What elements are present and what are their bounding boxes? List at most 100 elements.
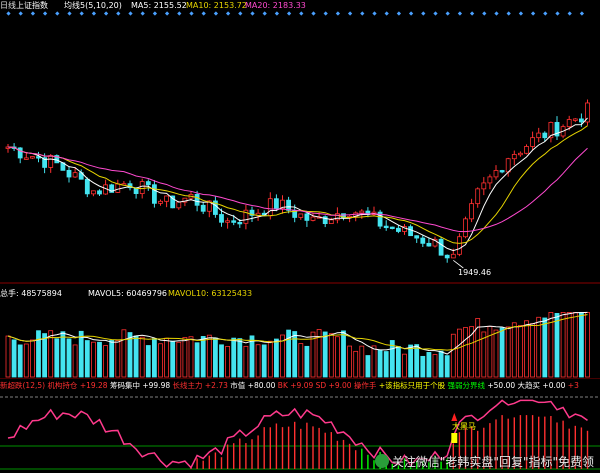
indicator-legend-item: +该指标只用于个股	[378, 381, 448, 390]
signal-dot	[311, 11, 316, 16]
volume-bar	[182, 337, 188, 378]
candle-body	[139, 181, 145, 194]
signal-dot	[286, 11, 292, 16]
volume-bar	[554, 313, 560, 378]
candle-body	[97, 190, 102, 195]
ma10-line	[7, 125, 588, 244]
indicator-legend-item: 大趋买	[517, 381, 543, 390]
indicator-legend-item: 市值	[230, 381, 248, 390]
volume-bar	[145, 345, 151, 378]
candle-body	[572, 118, 578, 121]
signal-bar	[451, 433, 458, 443]
candle-body	[463, 218, 468, 238]
ma20-line	[7, 146, 588, 233]
candle-body	[304, 213, 310, 221]
volume-bar	[328, 333, 334, 378]
volume-bar	[518, 325, 523, 378]
volume-bar	[11, 339, 17, 378]
signal-dot	[128, 11, 133, 16]
candle-body	[145, 181, 151, 186]
volume-bar	[194, 342, 200, 378]
candle-body	[499, 170, 505, 173]
candle-body	[389, 226, 395, 229]
candle-body	[420, 237, 426, 244]
volume-bar	[91, 341, 96, 378]
candle-body	[328, 219, 334, 225]
volume-bar	[54, 338, 60, 378]
signal-dot	[274, 11, 280, 16]
indicator-legend-item: +9.00	[328, 381, 354, 390]
signal-dot	[335, 11, 341, 16]
volume-bar	[426, 352, 432, 378]
volume-bar	[585, 311, 590, 378]
candle-body	[17, 147, 23, 159]
volume-bar	[164, 337, 170, 378]
candle-body	[273, 198, 279, 209]
candle-body	[267, 198, 273, 217]
volume-bar	[255, 344, 261, 378]
volume-bar	[273, 338, 279, 378]
volume-bar	[402, 353, 407, 378]
signal-dot	[530, 11, 536, 16]
volume-bar	[103, 345, 108, 378]
volume-bar	[456, 328, 462, 378]
signal-dot	[567, 11, 572, 16]
volume-bar	[450, 333, 456, 378]
watermark: 关注微信"老韩实盘"回复"指标"免费领	[374, 453, 594, 470]
volume-bar	[395, 346, 401, 378]
candle-body	[456, 236, 462, 255]
signal-dot	[421, 11, 426, 16]
volume-bar	[377, 349, 383, 378]
candle-body	[200, 204, 206, 212]
candle-body	[176, 201, 182, 209]
volume-bar	[109, 340, 115, 378]
signal-dot	[445, 11, 450, 16]
signal-dot	[518, 11, 524, 16]
watermark-text: 关注微信"老韩实盘"回复"指标"免费领	[391, 455, 594, 469]
volume-bar	[359, 345, 365, 378]
volume-bar	[524, 320, 529, 378]
signal-dot	[408, 11, 414, 16]
mavol10-label: MAVOL10: 63125433	[168, 289, 253, 298]
signal-dot	[103, 11, 109, 16]
volume-bar	[438, 350, 444, 378]
period-low-label: 1949.46	[458, 268, 492, 277]
low-pointer	[453, 259, 464, 269]
signal-dot	[30, 11, 36, 16]
indicator-legend-item: 新超跌(12,5)	[0, 381, 48, 390]
candle-body	[475, 188, 481, 205]
volume-bar	[493, 329, 499, 378]
volume-bar	[84, 340, 90, 378]
signal-dot	[177, 11, 182, 16]
candlestick-chart	[0, 11, 600, 284]
volume-bar	[60, 331, 66, 378]
volume-bar	[42, 333, 47, 378]
indicator-legend-item: +3	[567, 381, 579, 390]
candle-body	[225, 220, 231, 223]
signal-dot	[299, 11, 304, 16]
volume-bar	[579, 311, 584, 378]
volume-bar	[139, 336, 145, 378]
candle-body	[518, 152, 523, 156]
candle-body	[493, 170, 499, 178]
candle-body	[84, 178, 90, 195]
volume-bar	[322, 331, 328, 378]
candle-body	[566, 119, 572, 128]
indicator-legend-item: +2.73	[204, 381, 231, 390]
volume-bar	[36, 330, 41, 378]
volume-bar	[414, 344, 420, 378]
signal-dot	[360, 11, 365, 16]
volume-bar	[151, 338, 157, 378]
volume-bar	[536, 316, 542, 378]
candle-body	[219, 214, 224, 223]
volume-bar	[444, 355, 450, 378]
volume-bar	[72, 344, 78, 378]
candle-body	[536, 132, 542, 139]
candle-body	[48, 155, 54, 168]
wechat-icon	[374, 454, 389, 468]
indicator-legend-item: 操作手	[353, 381, 379, 390]
indicator-legend-item: SD	[315, 381, 329, 390]
volume-bar	[420, 355, 426, 378]
signal-dot	[152, 11, 158, 16]
signal-dot	[262, 11, 267, 16]
